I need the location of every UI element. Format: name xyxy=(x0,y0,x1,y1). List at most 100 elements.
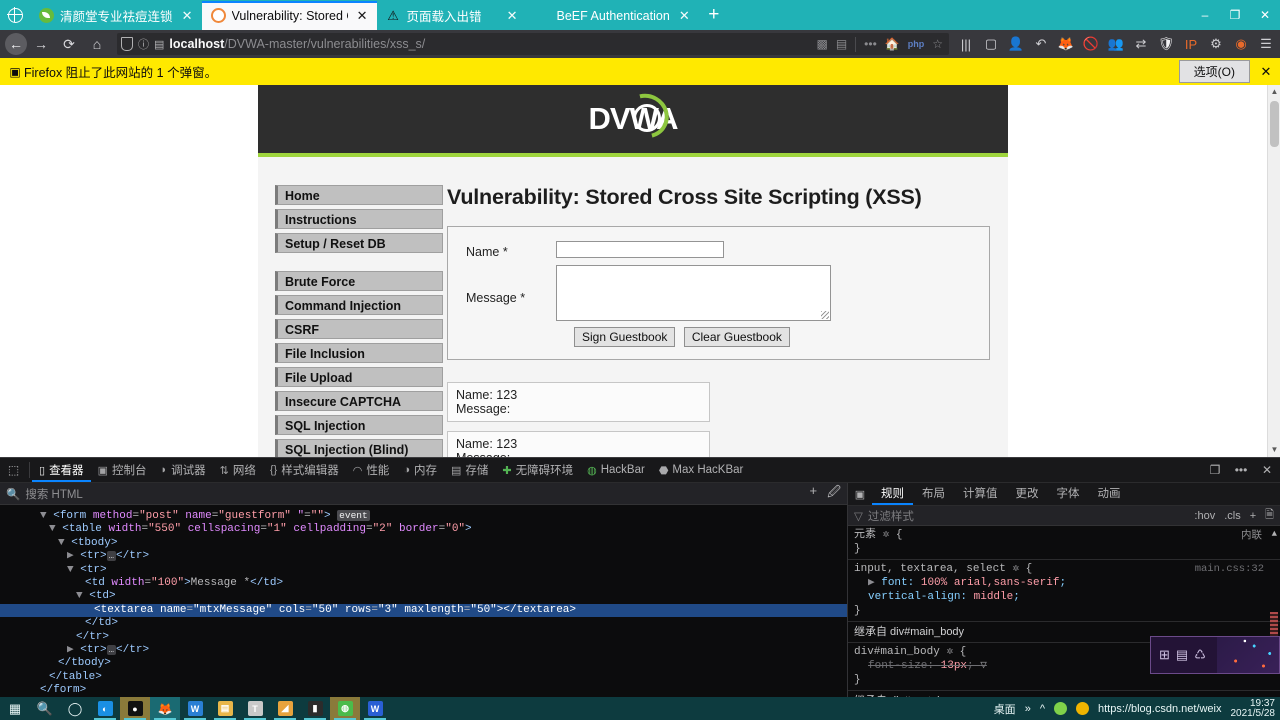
tray-expand-icon[interactable]: ^ xyxy=(1040,703,1045,715)
more-options-icon[interactable]: ••• xyxy=(1228,463,1254,477)
resize-grip-icon[interactable] xyxy=(821,311,829,319)
markup-line[interactable]: </tbody> xyxy=(0,657,847,670)
taskbar-item-terminal[interactable]: ▮ xyxy=(300,697,330,720)
rules-tab-规则[interactable]: 规则 xyxy=(872,483,913,505)
devtools-tab-accessibility[interactable]: ✚ 无障碍环境 xyxy=(495,458,580,482)
library-icon[interactable]: ||| xyxy=(955,33,977,55)
cookie-manager-icon[interactable]: 👥 xyxy=(1105,33,1127,55)
new-tab-button[interactable]: + xyxy=(699,1,729,30)
browser-tab[interactable]: ⚠ 页面载入出错 ✕ xyxy=(377,1,527,30)
sidebar-item-sql-injection-blind[interactable]: SQL Injection (Blind) xyxy=(275,439,443,457)
devtools-tab-storage[interactable]: ▤ 存储 xyxy=(444,458,495,482)
home-button[interactable]: ⌂ xyxy=(83,31,111,57)
address-bar[interactable]: ⓘ ▤ localhost/DVWA-master/vulnerabilitie… xyxy=(117,33,949,55)
collapse-icon[interactable]: ▲ xyxy=(1272,527,1277,541)
page-actions-icon[interactable]: ▤ xyxy=(836,37,847,51)
taskbar-item-black-circle[interactable]: ● xyxy=(120,697,150,720)
reader-mode-icon[interactable]: ▤ xyxy=(154,38,164,51)
scroll-down-icon[interactable]: ▼ xyxy=(1268,443,1280,457)
sidebar-item-command-injection[interactable]: Command Injection xyxy=(275,295,443,315)
calendar-icon[interactable]: ▤ xyxy=(1176,647,1188,663)
forward-button[interactable]: → xyxy=(27,31,55,57)
sign-guestbook-button[interactable]: Sign Guestbook xyxy=(574,327,676,347)
markup-line[interactable]: </table> xyxy=(0,671,847,684)
panel-layout-icon[interactable]: ▣ xyxy=(848,488,872,501)
shirt-icon[interactable]: ♺ xyxy=(1194,647,1206,663)
markup-line[interactable]: </td> xyxy=(0,617,847,630)
notification-close-icon[interactable]: ✕ xyxy=(1258,64,1274,80)
rules-tab-字体[interactable]: 字体 xyxy=(1048,483,1089,505)
message-textarea[interactable] xyxy=(556,265,831,321)
notification-options-button[interactable]: 选项(O) xyxy=(1178,60,1250,83)
name-input[interactable] xyxy=(556,241,724,258)
tracking-protection-icon[interactable] xyxy=(121,37,133,51)
menu-icon[interactable]: ☰ xyxy=(1255,33,1277,55)
rules-tab-布局[interactable]: 布局 xyxy=(913,483,954,505)
rules-tab-动画[interactable]: 动画 xyxy=(1089,483,1130,505)
rules-tab-计算值[interactable]: 计算值 xyxy=(954,483,1007,505)
sidebar-item-file-inclusion[interactable]: File Inclusion xyxy=(275,343,443,363)
css-declaration[interactable]: vertical-align: middle; xyxy=(854,590,1274,604)
browser-tab[interactable]: 清颜堂专业祛痘连锁 ✕ xyxy=(30,1,202,30)
css-rule[interactable]: 元素 ✲ {} 内联 ▲ xyxy=(848,526,1280,560)
devtools-tab-console[interactable]: ▣ 控制台 xyxy=(91,458,154,482)
toggle-rule-icon[interactable]: ✲ xyxy=(946,646,953,658)
ublock-icon[interactable]: 🛡 xyxy=(1155,33,1177,55)
toggle-rule-icon[interactable]: ✲ xyxy=(1012,563,1019,575)
taskbar-item-wps-writer[interactable]: W xyxy=(180,697,210,720)
ellipsis-icon[interactable]: ••• xyxy=(864,37,877,51)
css-declaration[interactable]: ▶ font: 100% arial,sans-serif; xyxy=(854,576,1274,590)
markup-line[interactable]: ▼ <tbody> xyxy=(0,537,847,550)
markup-line[interactable]: ▼ <table width="550" cellspacing="1" cel… xyxy=(0,523,847,536)
back-button[interactable]: ← xyxy=(5,33,27,55)
sidebar-item-csrf[interactable]: CSRF xyxy=(275,319,443,339)
update-tray-icon[interactable] xyxy=(1075,702,1089,715)
markup-line[interactable]: ▶ <tr>… </tr> xyxy=(0,550,847,563)
account-icon[interactable]: 👤 xyxy=(1005,33,1027,55)
wechat-tray-icon[interactable] xyxy=(1053,702,1067,715)
tamper-icon[interactable]: ⇄ xyxy=(1130,33,1152,55)
ip-address-icon[interactable]: IP xyxy=(1180,33,1202,55)
markup-line[interactable]: ▼ <tr> xyxy=(0,564,847,577)
cortana-icon[interactable]: ◯ xyxy=(60,697,90,720)
browser-tab[interactable]: Vulnerability: Stored Cros ✕ xyxy=(201,1,377,30)
sidebar-item-home[interactable]: Home xyxy=(275,185,443,205)
qr-icon[interactable]: ▩ xyxy=(816,37,827,51)
style-filter-bar[interactable]: ▽ 过滤样式 :hov .cls + 🗎 xyxy=(848,506,1280,526)
clock[interactable]: 19:37 2021/5/28 xyxy=(1231,698,1276,719)
taskbar-item-word[interactable]: W xyxy=(360,697,390,720)
taskbar-item-sublime[interactable]: ◢ xyxy=(270,697,300,720)
cls-button[interactable]: .cls xyxy=(1224,510,1241,522)
tab-close-icon[interactable]: ✕ xyxy=(504,8,521,24)
devtools-tab-network[interactable]: ⇅ 网络 xyxy=(213,458,263,482)
minimize-button[interactable]: – xyxy=(1190,8,1220,22)
overflow-label[interactable]: » xyxy=(1025,703,1031,715)
sidebar-item-instructions[interactable]: Instructions xyxy=(275,209,443,229)
print-style-icon[interactable]: 🗎 xyxy=(1265,506,1274,525)
foxyproxy-icon[interactable]: 🦊 xyxy=(1055,33,1077,55)
site-info-icon[interactable]: ⓘ xyxy=(138,36,149,52)
filter-icon[interactable]: ▽ xyxy=(980,660,987,672)
markup-tree[interactable]: ▼ <form method="post" name="guestform" "… xyxy=(0,505,847,697)
toggle-rule-icon[interactable]: ✲ xyxy=(883,529,890,541)
add-node-icon[interactable]: + xyxy=(810,483,818,505)
add-rule-button[interactable]: + xyxy=(1250,510,1256,522)
markup-line[interactable]: <td width="100">Message *</td> xyxy=(0,577,847,590)
responsive-design-icon[interactable]: ❐ xyxy=(1202,463,1228,477)
sidebar-item-sql-injection[interactable]: SQL Injection xyxy=(275,415,443,435)
undo-icon[interactable]: ↶ xyxy=(1030,33,1052,55)
close-button[interactable]: ✕ xyxy=(1250,8,1280,22)
markup-line[interactable]: ▼ <td> xyxy=(0,590,847,603)
php-icon[interactable]: php xyxy=(908,39,925,49)
element-picker-icon[interactable]: ⬚ xyxy=(0,458,27,482)
home-ext-icon[interactable]: 🏠 xyxy=(885,37,900,51)
windows-start-icon[interactable]: ▦ xyxy=(0,697,30,720)
hov-button[interactable]: :hov xyxy=(1194,510,1215,522)
markup-line[interactable]: ▼ <form method="post" name="guestform" "… xyxy=(0,509,847,523)
markup-line[interactable]: <textarea name="mtxMessage" cols="50" ro… xyxy=(0,603,847,618)
taskbar-item-firefox[interactable]: 🦊 xyxy=(150,697,180,720)
sidebar-item-insecure-captcha[interactable]: Insecure CAPTCHA xyxy=(275,391,443,411)
sidebar-item-setup-reset-db[interactable]: Setup / Reset DB xyxy=(275,233,443,253)
devtools-tab-hackbar[interactable]: ◍ HackBar xyxy=(580,458,652,482)
settings-icon[interactable]: ⚙ xyxy=(1205,33,1227,55)
